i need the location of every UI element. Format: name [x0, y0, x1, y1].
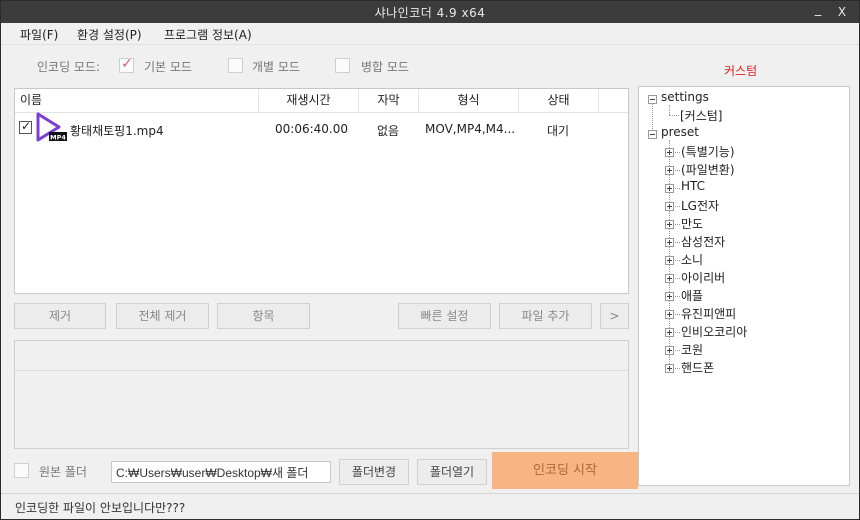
log-panel — [14, 340, 629, 449]
expand-icon[interactable] — [665, 256, 674, 265]
expand-icon[interactable] — [665, 148, 674, 157]
tree-node-preset-item[interactable]: LG전자 — [681, 197, 719, 214]
change-folder-button[interactable]: 폴더변경 — [339, 459, 409, 485]
open-folder-button[interactable]: 폴더열기 — [417, 459, 487, 485]
tree-node-preset-item[interactable]: 애플 — [681, 287, 703, 304]
more-button[interactable]: > — [600, 303, 629, 329]
individual-mode-checkbox[interactable] — [228, 58, 243, 73]
merge-mode-label: 병합 모드 — [361, 60, 409, 74]
start-encoding-button[interactable]: 인코딩 시작 — [492, 452, 638, 489]
close-button[interactable]: X — [831, 1, 853, 23]
preset-collapse-icon[interactable] — [648, 130, 657, 139]
file-status: 대기 — [547, 124, 570, 138]
file-list-header: 이름 재생시간 자막 형식 상태 — [15, 89, 628, 113]
source-folder-label: 원본 폴더 — [39, 465, 87, 479]
merge-mode-checkbox[interactable] — [335, 58, 350, 73]
tree-node-custom[interactable]: [커스텀] — [680, 107, 722, 124]
tree-node-preset-item[interactable]: HTC — [681, 179, 705, 193]
tree-node-settings[interactable]: settings — [661, 90, 709, 104]
file-row-checkbox[interactable] — [19, 119, 32, 134]
tree-node-preset-item[interactable]: 코원 — [681, 341, 703, 358]
encoding-mode-label: 인코딩 모드: — [37, 60, 101, 74]
custom-preset-label: 커스텀 — [724, 64, 758, 78]
tree-node-preset-item[interactable]: (파일변환) — [681, 161, 735, 178]
basic-mode-checkbox[interactable] — [119, 56, 134, 73]
menu-bar: 파일(F) 환경 설정(P) 프로그램 정보(A) — [1, 23, 859, 45]
expand-icon[interactable] — [665, 184, 674, 193]
menu-about[interactable]: 프로그램 정보(A) — [164, 26, 252, 43]
remove-button[interactable]: 제거 — [14, 303, 106, 329]
expand-icon[interactable] — [665, 364, 674, 373]
status-bar: 인코딩한 파일이 안보입니다만??? — [1, 493, 859, 519]
expand-icon[interactable] — [665, 328, 674, 337]
mp4-badge-text: MP4 — [50, 134, 66, 142]
file-subtitle: 없음 — [377, 124, 400, 138]
source-folder-checkbox[interactable] — [14, 463, 29, 478]
add-file-button[interactable]: 파일 추가 — [499, 303, 592, 329]
expand-icon[interactable] — [665, 346, 674, 355]
tree-node-preset-item[interactable]: 아이리버 — [681, 269, 725, 286]
settings-collapse-icon[interactable] — [648, 95, 657, 104]
mp4-file-icon: MP4 — [35, 112, 69, 144]
menu-settings[interactable]: 환경 설정(P) — [77, 26, 142, 43]
tree-node-preset-item[interactable]: 삼성전자 — [681, 233, 725, 250]
tree-node-preset-item[interactable]: 소니 — [681, 251, 703, 268]
individual-mode-label: 개별 모드 — [252, 60, 300, 74]
file-row[interactable]: MP4 황태채토핑1.mp4 00:06:40.00 없음 MOV,MP4,M4… — [15, 112, 628, 145]
expand-icon[interactable] — [665, 202, 674, 211]
column-status[interactable]: 상태 — [519, 89, 599, 113]
menu-file[interactable]: 파일(F) — [20, 26, 58, 43]
column-subtitle[interactable]: 자막 — [359, 89, 419, 113]
quick-settings-button[interactable]: 빠른 설정 — [398, 303, 491, 329]
file-list[interactable]: 이름 재생시간 자막 형식 상태 MP4 황태채토핑1.mp4 00:06:40… — [14, 88, 629, 294]
expand-icon[interactable] — [665, 274, 674, 283]
expand-icon[interactable] — [665, 238, 674, 247]
status-text: 인코딩한 파일이 안보입니다만??? — [15, 501, 186, 515]
items-button[interactable]: 항목 — [217, 303, 310, 329]
remove-all-button[interactable]: 전체 제거 — [116, 303, 209, 329]
tree-node-preset[interactable]: preset — [661, 125, 699, 139]
window-title: 샤나인코더 4.9 x64 — [374, 6, 486, 20]
basic-mode-label: 기본 모드 — [144, 60, 192, 74]
column-duration[interactable]: 재생시간 — [259, 89, 359, 113]
file-duration: 00:06:40.00 — [275, 122, 348, 136]
tree-node-preset-item[interactable]: 유진피앤피 — [681, 305, 736, 322]
title-bar: 샤나인코더 4.9 x64 _ X — [1, 1, 859, 23]
minimize-button[interactable]: _ — [807, 1, 829, 23]
file-format: MOV,MP4,M4... — [425, 122, 516, 136]
column-format[interactable]: 형식 — [419, 89, 519, 113]
column-name[interactable]: 이름 — [15, 89, 259, 113]
app-window: 샤나인코더 4.9 x64 _ X 파일(F) 환경 설정(P) 프로그램 정보… — [0, 0, 860, 520]
file-name: 황태채토핑1.mp4 — [70, 124, 164, 138]
tree-node-preset-item[interactable]: 인비오코리아 — [681, 323, 747, 340]
tree-node-preset-item[interactable]: (특별기능) — [681, 143, 735, 160]
output-path-input[interactable] — [111, 461, 331, 483]
expand-icon[interactable] — [665, 166, 674, 175]
tree-node-preset-item[interactable]: 핸드폰 — [681, 359, 714, 376]
log-panel-header — [15, 341, 628, 371]
expand-icon[interactable] — [665, 310, 674, 319]
expand-icon[interactable] — [665, 220, 674, 229]
expand-icon[interactable] — [665, 292, 674, 301]
preset-tree[interactable]: settings [커스텀] preset (특별기능) (파일변환) HTC LG전… — [638, 86, 850, 486]
tree-node-preset-item[interactable]: 만도 — [681, 215, 703, 232]
